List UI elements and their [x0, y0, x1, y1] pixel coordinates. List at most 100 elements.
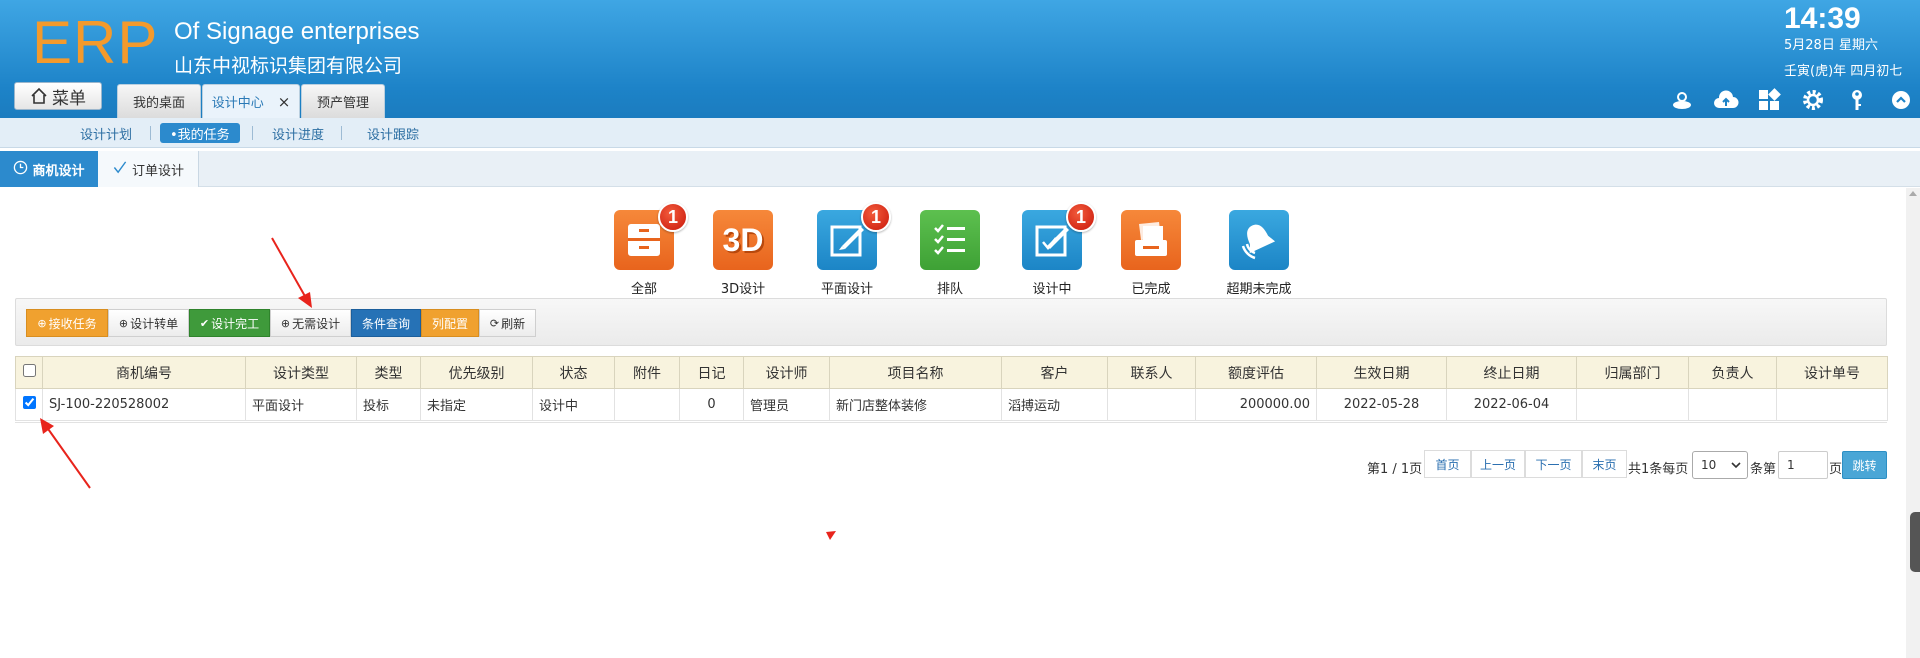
column-header[interactable]: 联系人	[1107, 356, 1196, 389]
subnav-design-tracking[interactable]: 设计跟踪	[357, 123, 429, 143]
receive-task-button[interactable]: ⊕ 接收任务	[26, 309, 108, 337]
refresh-button[interactable]: ⟳ 刷新	[479, 309, 536, 337]
column-header[interactable]: 附件	[614, 356, 680, 389]
column-header[interactable]: 负责人	[1688, 356, 1777, 389]
column-header[interactable]: 设计师	[743, 356, 830, 389]
category-overdue[interactable]: 超期未完成	[1209, 208, 1309, 298]
main-menu-label: 菜单	[52, 88, 86, 109]
count-badge: 1	[861, 202, 891, 232]
main-menu-button[interactable]: 菜单	[14, 82, 102, 110]
category-3d-design[interactable]: 3D 3D设计	[693, 208, 793, 298]
table-header-row: 商机编号 设计类型 类型 优先级别 状态 附件 日记 设计师 项目名称 客户 联…	[15, 356, 1888, 389]
tab-opportunity-design[interactable]: 商机设计	[0, 151, 98, 187]
subnav-design-progress[interactable]: 设计进度	[262, 123, 334, 143]
attachment-cell[interactable]	[614, 388, 680, 421]
design-complete-button[interactable]: ✔ 设计完工	[189, 309, 270, 337]
pager-prev-button[interactable]: 上一页	[1471, 450, 1525, 478]
pager-last-button[interactable]: 末页	[1582, 450, 1627, 478]
tab-label: 设计中心	[211, 96, 264, 111]
cloud-upload-icon[interactable]	[1713, 88, 1739, 112]
company-name-chinese: 山东中视标识集团有限公司	[174, 55, 403, 77]
condition-query-button[interactable]: 条件查询	[351, 309, 421, 337]
category-completed[interactable]: 已完成	[1101, 208, 1201, 298]
apps-grid-icon[interactable]	[1757, 88, 1781, 112]
category-label: 全部	[630, 282, 657, 297]
checkmark-icon	[112, 160, 128, 179]
tab-order-design[interactable]: 订单设计	[98, 151, 199, 187]
select-all-checkbox[interactable]	[22, 364, 36, 377]
contact-cell	[1107, 388, 1196, 421]
page-number-input[interactable]	[1778, 451, 1828, 479]
customer-cell: 滔搏运动	[1001, 388, 1108, 421]
amount-cell: 200000.00	[1195, 388, 1317, 421]
start-date-cell: 2022-05-28	[1316, 388, 1447, 421]
priority-cell: 未指定	[420, 388, 533, 421]
category-all[interactable]: 1 全部	[594, 202, 694, 298]
tab-design-center[interactable]: 设计中心 ×	[202, 84, 300, 118]
sub-navigation: 设计计划 •我的任务 设计进度 设计跟踪	[0, 118, 1920, 148]
per-page-select[interactable]: 10	[1692, 451, 1748, 479]
column-config-button[interactable]: 列配置	[421, 309, 479, 337]
column-header[interactable]: 类型	[356, 356, 421, 389]
scroll-up-arrow-icon[interactable]	[1909, 191, 1917, 196]
subnav-my-tasks[interactable]: •我的任务	[160, 123, 240, 143]
pager-total-text: 共1条每页	[1628, 462, 1689, 477]
tab-label: 我的桌面	[132, 96, 185, 111]
plus-circle-icon: ⊕	[118, 316, 129, 330]
tab-preproduction[interactable]: 预产管理	[301, 84, 385, 118]
app-header: ERP Of Signage enterprises 山东中视标识集团有限公司 …	[0, 0, 1920, 118]
clock-time: 14:39	[1784, 2, 1861, 35]
column-header[interactable]: 生效日期	[1316, 356, 1447, 389]
row-checkbox[interactable]	[22, 396, 36, 409]
close-tab-icon[interactable]: ×	[278, 93, 291, 111]
column-header[interactable]: 客户	[1001, 356, 1108, 389]
column-header[interactable]: 商机编号	[42, 356, 246, 389]
3d-icon: 3D	[713, 210, 773, 270]
inbox-tray-icon	[1121, 210, 1181, 270]
column-header[interactable]: 额度评估	[1195, 356, 1317, 389]
owner-cell	[1688, 388, 1777, 421]
tab-label: 订单设计	[131, 163, 184, 179]
settings-gear-icon[interactable]	[1801, 88, 1825, 112]
pager-next-button[interactable]: 下一页	[1525, 450, 1582, 478]
pager-per-unit-text: 条第	[1750, 462, 1777, 477]
task-table: 商机编号 设计类型 类型 优先级别 状态 附件 日记 设计师 项目名称 客户 联…	[15, 356, 1888, 421]
type-cell: 投标	[356, 388, 421, 421]
category-flat-design[interactable]: 1 平面设计	[797, 202, 897, 298]
column-header[interactable]: 设计类型	[245, 356, 357, 389]
table-row[interactable]: SJ-100-220528002 平面设计 投标 未指定 设计中 0 管理员 新…	[15, 388, 1888, 421]
pager-first-button[interactable]: 首页	[1424, 450, 1471, 478]
check-circle-icon: ✔	[199, 316, 210, 330]
scrollbar-thumb[interactable]	[1910, 512, 1920, 572]
table-bottom-border	[15, 422, 1887, 423]
category-label: 平面设计	[820, 282, 873, 297]
design-transfer-button[interactable]: ⊕ 设计转单	[108, 309, 189, 337]
count-badge: 1	[658, 202, 688, 232]
column-header[interactable]: 终止日期	[1446, 356, 1577, 389]
per-page-value: 10	[1701, 458, 1717, 472]
department-cell	[1576, 388, 1689, 421]
column-header[interactable]: 日记	[679, 356, 744, 389]
pager-page-unit-text: 页	[1829, 462, 1843, 477]
category-queue[interactable]: 排队	[900, 208, 1000, 298]
subnav-divider	[150, 126, 151, 140]
category-label: 设计中	[1032, 282, 1072, 297]
clock-date: 5月28日 星期六	[1784, 38, 1878, 53]
pager-page-info: 第1 / 1页	[1367, 462, 1423, 477]
column-header[interactable]: 优先级别	[420, 356, 533, 389]
subnav-design-plan[interactable]: 设计计划	[70, 123, 142, 143]
annotation-arrow-icon	[40, 418, 91, 489]
key-icon[interactable]	[1845, 88, 1869, 112]
column-header[interactable]: 设计单号	[1776, 356, 1888, 389]
vertical-scrollbar[interactable]	[1906, 188, 1920, 658]
annotation-arrow-icon	[271, 237, 312, 308]
diary-cell[interactable]: 0	[679, 388, 744, 421]
user-icon[interactable]	[1670, 88, 1694, 112]
collapse-up-icon[interactable]	[1889, 88, 1913, 112]
category-designing[interactable]: 1 设计中	[1002, 202, 1102, 298]
column-header[interactable]: 归属部门	[1576, 356, 1689, 389]
column-header[interactable]: 状态	[532, 356, 615, 389]
column-header[interactable]: 项目名称	[829, 356, 1002, 389]
tab-my-desktop[interactable]: 我的桌面	[117, 84, 201, 118]
pager-go-button[interactable]: 跳转	[1842, 451, 1887, 479]
